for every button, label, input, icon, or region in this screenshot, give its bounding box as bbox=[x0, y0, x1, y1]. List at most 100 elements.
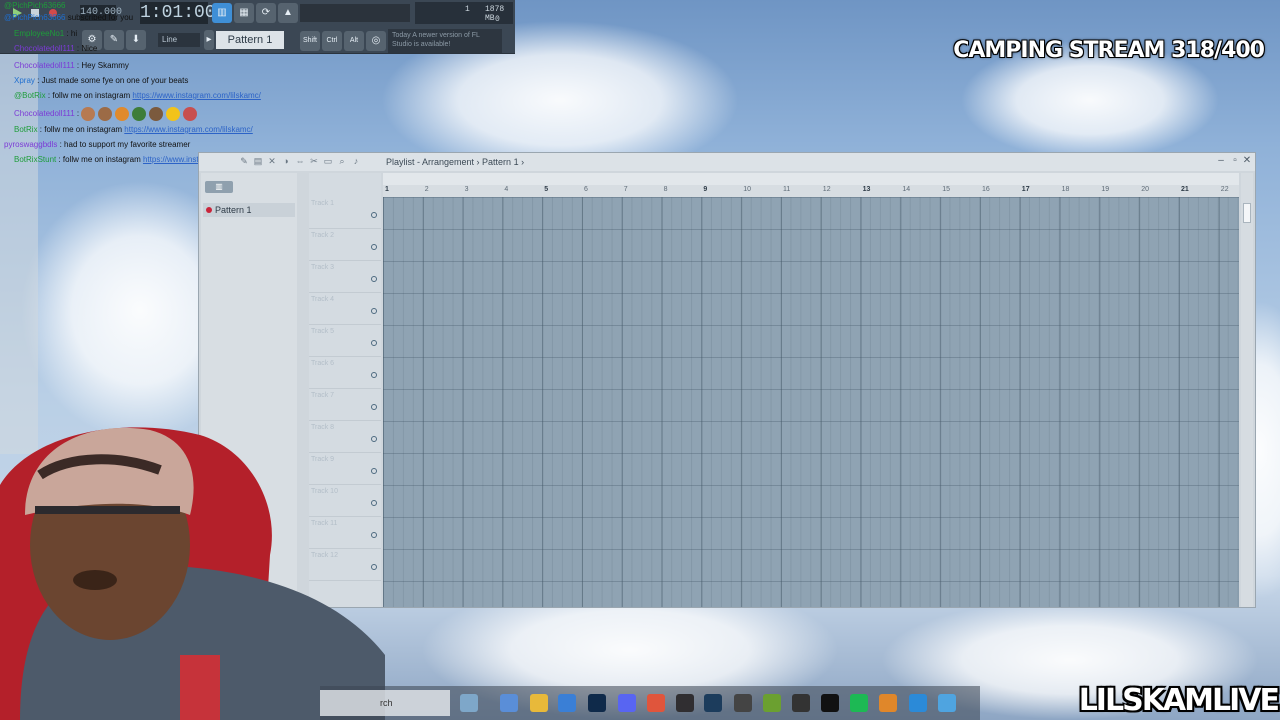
track-mute-dot[interactable] bbox=[371, 212, 377, 218]
ruler-bar-number: 8 bbox=[663, 186, 668, 193]
timeline-ruler[interactable]: 1 2 3 4 5 6 7 8 9 10 11 12 13 14 15 16 17 18 19 20 21 22 bbox=[383, 185, 1239, 197]
arrangement-grid[interactable] bbox=[383, 197, 1239, 607]
photoshop-icon[interactable] bbox=[588, 694, 606, 712]
ruler-bar-number: 5 bbox=[544, 186, 549, 193]
chat-user: @PichPich63666 bbox=[4, 1, 66, 10]
alt-button[interactable]: Alt bbox=[344, 31, 364, 51]
chat-message: Xpray : Just made some fye on one of you… bbox=[14, 76, 188, 86]
emote-icon bbox=[166, 107, 181, 121]
ruler-bar-number: 7 bbox=[623, 186, 628, 193]
app-icon[interactable] bbox=[909, 694, 927, 712]
chat-text: : had to support my favorite streamer bbox=[59, 140, 191, 149]
store-icon[interactable] bbox=[558, 694, 576, 712]
maximize-icon[interactable]: ▫ bbox=[1229, 155, 1241, 167]
track-name: Track 4 bbox=[311, 296, 335, 303]
brave-icon[interactable] bbox=[647, 694, 665, 712]
track-mute-dot[interactable] bbox=[371, 340, 377, 346]
pattern-color-dot bbox=[206, 207, 212, 213]
shift-button[interactable]: Shift bbox=[300, 31, 320, 51]
chat-link[interactable]: https://www.instagram.com/lilskamc/ bbox=[132, 91, 260, 100]
ruler-bar-number: 10 bbox=[743, 186, 751, 193]
slice-icon[interactable]: ✂ bbox=[309, 156, 319, 166]
chat-text: : follw me on instagram bbox=[58, 155, 141, 164]
playlist-toolbar: ✎ ▤ ✕ ◑ ⇔ ✂ ▭ ⌕ ♪ bbox=[239, 156, 399, 168]
notepad-icon[interactable] bbox=[938, 694, 956, 712]
chat-user: @PichPich63666 bbox=[4, 13, 66, 22]
speaker-icon[interactable]: ♪ bbox=[351, 156, 361, 166]
chat-link[interactable]: https://www.instagram.com/lilskamc/ bbox=[124, 125, 252, 134]
time-marker-bar[interactable] bbox=[383, 173, 1239, 185]
chat-user: Chocolatedoll111 bbox=[14, 61, 75, 70]
track-header[interactable]: Track 4 bbox=[309, 293, 381, 325]
playlist-pattern-crumb[interactable]: Pattern 1 bbox=[482, 157, 519, 167]
chat-text: : bbox=[76, 109, 80, 119]
fl-studio-icon[interactable] bbox=[879, 694, 897, 712]
hint-prefix: Today bbox=[392, 32, 411, 39]
app-icon[interactable] bbox=[763, 694, 781, 712]
weather-icon[interactable] bbox=[460, 694, 478, 712]
chat-user: EmployeeNo1 bbox=[14, 29, 65, 38]
chat-overlay: @PichPich63666 @PichPich63666 subscribed… bbox=[0, 0, 300, 170]
picker-item-pattern-1[interactable]: Pattern 1 bbox=[203, 203, 295, 217]
ruler-bar-number: 17 bbox=[1021, 186, 1030, 193]
vertical-scrollbar[interactable] bbox=[1241, 173, 1253, 607]
hint-bar: Today A newer version of FL Studio is av… bbox=[388, 29, 502, 53]
track-header[interactable]: Track 6 bbox=[309, 357, 381, 389]
track-header[interactable]: Track 2 bbox=[309, 229, 381, 261]
cpu-panel: 1 1878 MB 0 bbox=[415, 2, 513, 24]
chat-message: Chocolatedoll111 : Nice bbox=[14, 44, 97, 54]
steam-icon[interactable] bbox=[704, 694, 722, 712]
track-header[interactable]: Track 1 bbox=[309, 197, 381, 229]
stream-title: CAMPING STREAM 318/400 bbox=[953, 38, 1265, 63]
chat-user: Xpray bbox=[14, 76, 35, 85]
ctrl-button[interactable]: Ctrl bbox=[322, 31, 342, 51]
ruler-bar-number: 12 bbox=[822, 186, 831, 193]
spotify-icon[interactable] bbox=[850, 694, 868, 712]
picker-toggle-button[interactable]: ▥ bbox=[205, 181, 233, 193]
ruler-bar-number: 6 bbox=[584, 186, 588, 193]
scroll-thumb[interactable] bbox=[1243, 203, 1251, 223]
track-mute-dot[interactable] bbox=[371, 404, 377, 410]
emote-icon bbox=[81, 107, 96, 121]
copilot-icon[interactable] bbox=[500, 694, 518, 712]
track-mute-dot[interactable] bbox=[371, 276, 377, 282]
chat-user: @BotRix bbox=[14, 91, 46, 100]
track-mute-dot[interactable] bbox=[371, 308, 377, 314]
close-icon[interactable]: ✕ bbox=[1241, 155, 1253, 167]
4k-icon[interactable] bbox=[792, 694, 810, 712]
chat-message: @PichPich63666 subscribed for you bbox=[4, 13, 133, 23]
track-header[interactable]: Track 5 bbox=[309, 325, 381, 357]
minimize-icon[interactable]: – bbox=[1215, 155, 1227, 167]
slip-icon[interactable]: ⇔ bbox=[295, 156, 305, 166]
track-header[interactable]: Track 3 bbox=[309, 261, 381, 293]
chat-user: pyroswaggbdls bbox=[4, 140, 58, 149]
ruler-bar-number: 1 bbox=[385, 186, 389, 193]
track-mute-dot[interactable] bbox=[371, 244, 377, 250]
discord-icon[interactable] bbox=[618, 694, 636, 712]
capcut-icon[interactable] bbox=[821, 694, 839, 712]
draw-icon[interactable]: ✎ bbox=[239, 156, 249, 166]
track-mute-dot[interactable] bbox=[371, 372, 377, 378]
mute-icon[interactable]: ◑ bbox=[281, 156, 291, 166]
obs-icon[interactable] bbox=[676, 694, 694, 712]
chat-user: Chocolatedoll111 bbox=[14, 109, 75, 119]
playlist-titlebar[interactable]: ✎ ▤ ✕ ◑ ⇔ ✂ ▭ ⌕ ♪ Playlist - Arrangement › Patte… bbox=[199, 153, 1255, 171]
app-icon[interactable] bbox=[734, 694, 752, 712]
chat-user: Chocolatedoll111 bbox=[14, 44, 75, 53]
playlist-title-text: Playlist - Arrangement bbox=[386, 157, 475, 167]
picker-item-label: Pattern 1 bbox=[215, 205, 252, 215]
ruler-bar-number: 19 bbox=[1101, 186, 1110, 193]
polyphony-readout: 0 bbox=[495, 15, 500, 24]
taskbar: rch bbox=[320, 686, 980, 720]
delete-icon[interactable]: ✕ bbox=[267, 156, 277, 166]
emote-icon bbox=[115, 107, 130, 121]
chat-message: @BotRix : follw me on instagram https://… bbox=[14, 91, 261, 101]
news-button[interactable]: ◎ bbox=[366, 31, 386, 51]
track-name: Track 3 bbox=[311, 264, 335, 271]
select-icon[interactable]: ▭ bbox=[323, 156, 333, 166]
taskbar-search[interactable]: rch bbox=[320, 690, 450, 716]
paint-icon[interactable]: ▤ bbox=[253, 156, 263, 166]
chat-text: subscribed for you bbox=[67, 13, 134, 22]
folder-icon[interactable] bbox=[530, 694, 548, 712]
zoom-icon[interactable]: ⌕ bbox=[337, 156, 347, 166]
